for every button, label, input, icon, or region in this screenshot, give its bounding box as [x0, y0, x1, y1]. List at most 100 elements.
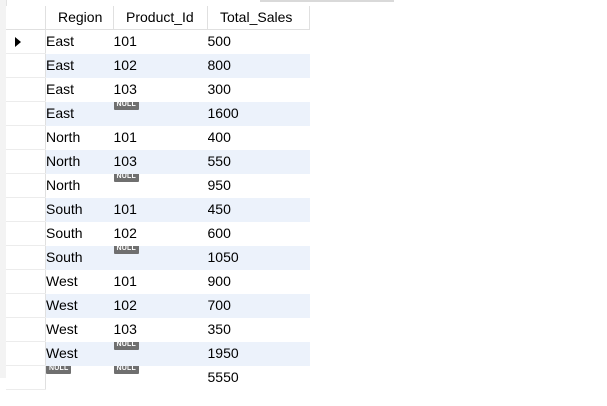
- row-selector[interactable]: [6, 221, 46, 246]
- region-cell[interactable]: East: [45, 29, 114, 54]
- row-selector[interactable]: [6, 101, 46, 126]
- product-id-cell[interactable]: 103: [113, 77, 208, 102]
- row-selector[interactable]: [6, 365, 46, 390]
- region-cell[interactable]: South: [45, 245, 114, 270]
- cell-value: 350: [207, 321, 231, 337]
- region-cell[interactable]: North: [45, 173, 114, 198]
- table-row[interactable]: North NULL 950: [6, 173, 310, 198]
- product-id-cell[interactable]: 103: [113, 149, 208, 174]
- cell-value: 102: [113, 225, 137, 241]
- row-selector[interactable]: [6, 29, 46, 54]
- total-sales-cell[interactable]: 350: [207, 317, 310, 342]
- column-header-product-id[interactable]: Product_Id: [113, 6, 208, 30]
- table-row[interactable]: South 101 450: [6, 197, 310, 222]
- grand-total-row[interactable]: NULL NULL 5550: [6, 365, 310, 390]
- product-id-cell[interactable]: NULL: [113, 341, 208, 366]
- region-cell[interactable]: West: [45, 269, 114, 294]
- row-selector[interactable]: [6, 317, 46, 342]
- cell-value: 102: [113, 57, 137, 73]
- table-row[interactable]: West 103 350: [6, 317, 310, 342]
- product-id-cell[interactable]: NULL: [113, 101, 208, 126]
- region-cell[interactable]: South: [45, 221, 114, 246]
- total-sales-cell[interactable]: 1950: [207, 341, 310, 366]
- cell-value: East: [46, 105, 75, 121]
- row-selector[interactable]: [6, 341, 46, 366]
- product-id-cell[interactable]: 103: [113, 317, 208, 342]
- region-cell[interactable]: East: [45, 101, 114, 126]
- cell-value: 5550: [207, 369, 239, 385]
- total-sales-cell[interactable]: 1600: [207, 101, 310, 126]
- table-row[interactable]: South 102 600: [6, 221, 310, 246]
- product-id-cell[interactable]: 101: [113, 29, 208, 54]
- product-id-cell[interactable]: 101: [113, 197, 208, 222]
- cell-value: 550: [207, 153, 231, 169]
- null-badge: NULL: [113, 173, 139, 182]
- table-row[interactable]: East 102 800: [6, 53, 310, 78]
- row-selector[interactable]: [6, 77, 46, 102]
- table-row[interactable]: East 103 300: [6, 77, 310, 102]
- table-row[interactable]: North 103 550: [6, 149, 310, 174]
- horizontal-scrollbar-track[interactable]: [260, 0, 394, 2]
- column-header-total-sales[interactable]: Total_Sales: [207, 6, 310, 30]
- region-cell[interactable]: East: [45, 53, 114, 78]
- region-cell[interactable]: West: [45, 317, 114, 342]
- cell-value: 400: [207, 129, 231, 145]
- row-selector[interactable]: [6, 149, 46, 174]
- product-id-cell[interactable]: NULL: [113, 245, 208, 270]
- total-sales-cell[interactable]: 900: [207, 269, 310, 294]
- region-cell[interactable]: West: [45, 293, 114, 318]
- cell-value: 103: [113, 321, 137, 337]
- row-selector[interactable]: [6, 293, 46, 318]
- cell-value: 1600: [207, 105, 239, 121]
- results-table: Region Product_Id Total_Sales East 101 500…: [6, 6, 310, 390]
- total-sales-cell[interactable]: 1050: [207, 245, 310, 270]
- row-selector[interactable]: [6, 197, 46, 222]
- product-id-cell[interactable]: NULL: [113, 173, 208, 198]
- product-id-cell[interactable]: NULL: [113, 365, 208, 390]
- region-cell[interactable]: West: [45, 341, 114, 366]
- total-sales-cell[interactable]: 400: [207, 125, 310, 150]
- region-cell[interactable]: North: [45, 125, 114, 150]
- region-cell[interactable]: East: [45, 77, 114, 102]
- product-id-cell[interactable]: 102: [113, 293, 208, 318]
- product-id-cell[interactable]: 101: [113, 125, 208, 150]
- row-selector[interactable]: [6, 269, 46, 294]
- total-sales-cell[interactable]: 600: [207, 221, 310, 246]
- product-id-cell[interactable]: 102: [113, 221, 208, 246]
- total-sales-cell[interactable]: 800: [207, 53, 310, 78]
- product-id-cell[interactable]: 101: [113, 269, 208, 294]
- row-selector[interactable]: [6, 173, 46, 198]
- total-sales-cell[interactable]: 550: [207, 149, 310, 174]
- region-cell[interactable]: South: [45, 197, 114, 222]
- total-sales-cell[interactable]: 950: [207, 173, 310, 198]
- region-cell[interactable]: NULL: [45, 365, 114, 390]
- null-badge: NULL: [113, 245, 139, 254]
- row-selector[interactable]: [6, 245, 46, 270]
- table-row[interactable]: South NULL 1050: [6, 245, 310, 270]
- total-sales-cell[interactable]: 450: [207, 197, 310, 222]
- cell-value: East: [46, 81, 75, 97]
- product-id-cell[interactable]: 102: [113, 53, 208, 78]
- region-cell[interactable]: North: [45, 149, 114, 174]
- select-all-corner[interactable]: [6, 6, 46, 30]
- total-sales-cell[interactable]: 300: [207, 77, 310, 102]
- table-row[interactable]: West NULL 1950: [6, 341, 310, 366]
- results-body: East 101 500 East 102 800 East 103 300 East NULL 16…: [6, 29, 310, 390]
- column-header-region[interactable]: Region: [45, 6, 114, 30]
- table-row[interactable]: West 101 900: [6, 269, 310, 294]
- table-row[interactable]: East NULL 1600: [6, 101, 310, 126]
- row-selector[interactable]: [6, 53, 46, 78]
- null-badge: NULL: [113, 101, 139, 110]
- cell-value: 103: [113, 81, 137, 97]
- cell-value: South: [46, 201, 83, 217]
- table-row[interactable]: West 102 700: [6, 293, 310, 318]
- cell-value: West: [46, 345, 78, 361]
- cell-value: 1050: [207, 249, 239, 265]
- total-sales-cell[interactable]: 500: [207, 29, 310, 54]
- row-selector[interactable]: [6, 125, 46, 150]
- total-sales-cell[interactable]: 5550: [207, 365, 310, 390]
- total-sales-cell[interactable]: 700: [207, 293, 310, 318]
- table-row[interactable]: North 101 400: [6, 125, 310, 150]
- cell-value: West: [46, 321, 78, 337]
- table-row[interactable]: East 101 500: [6, 29, 310, 54]
